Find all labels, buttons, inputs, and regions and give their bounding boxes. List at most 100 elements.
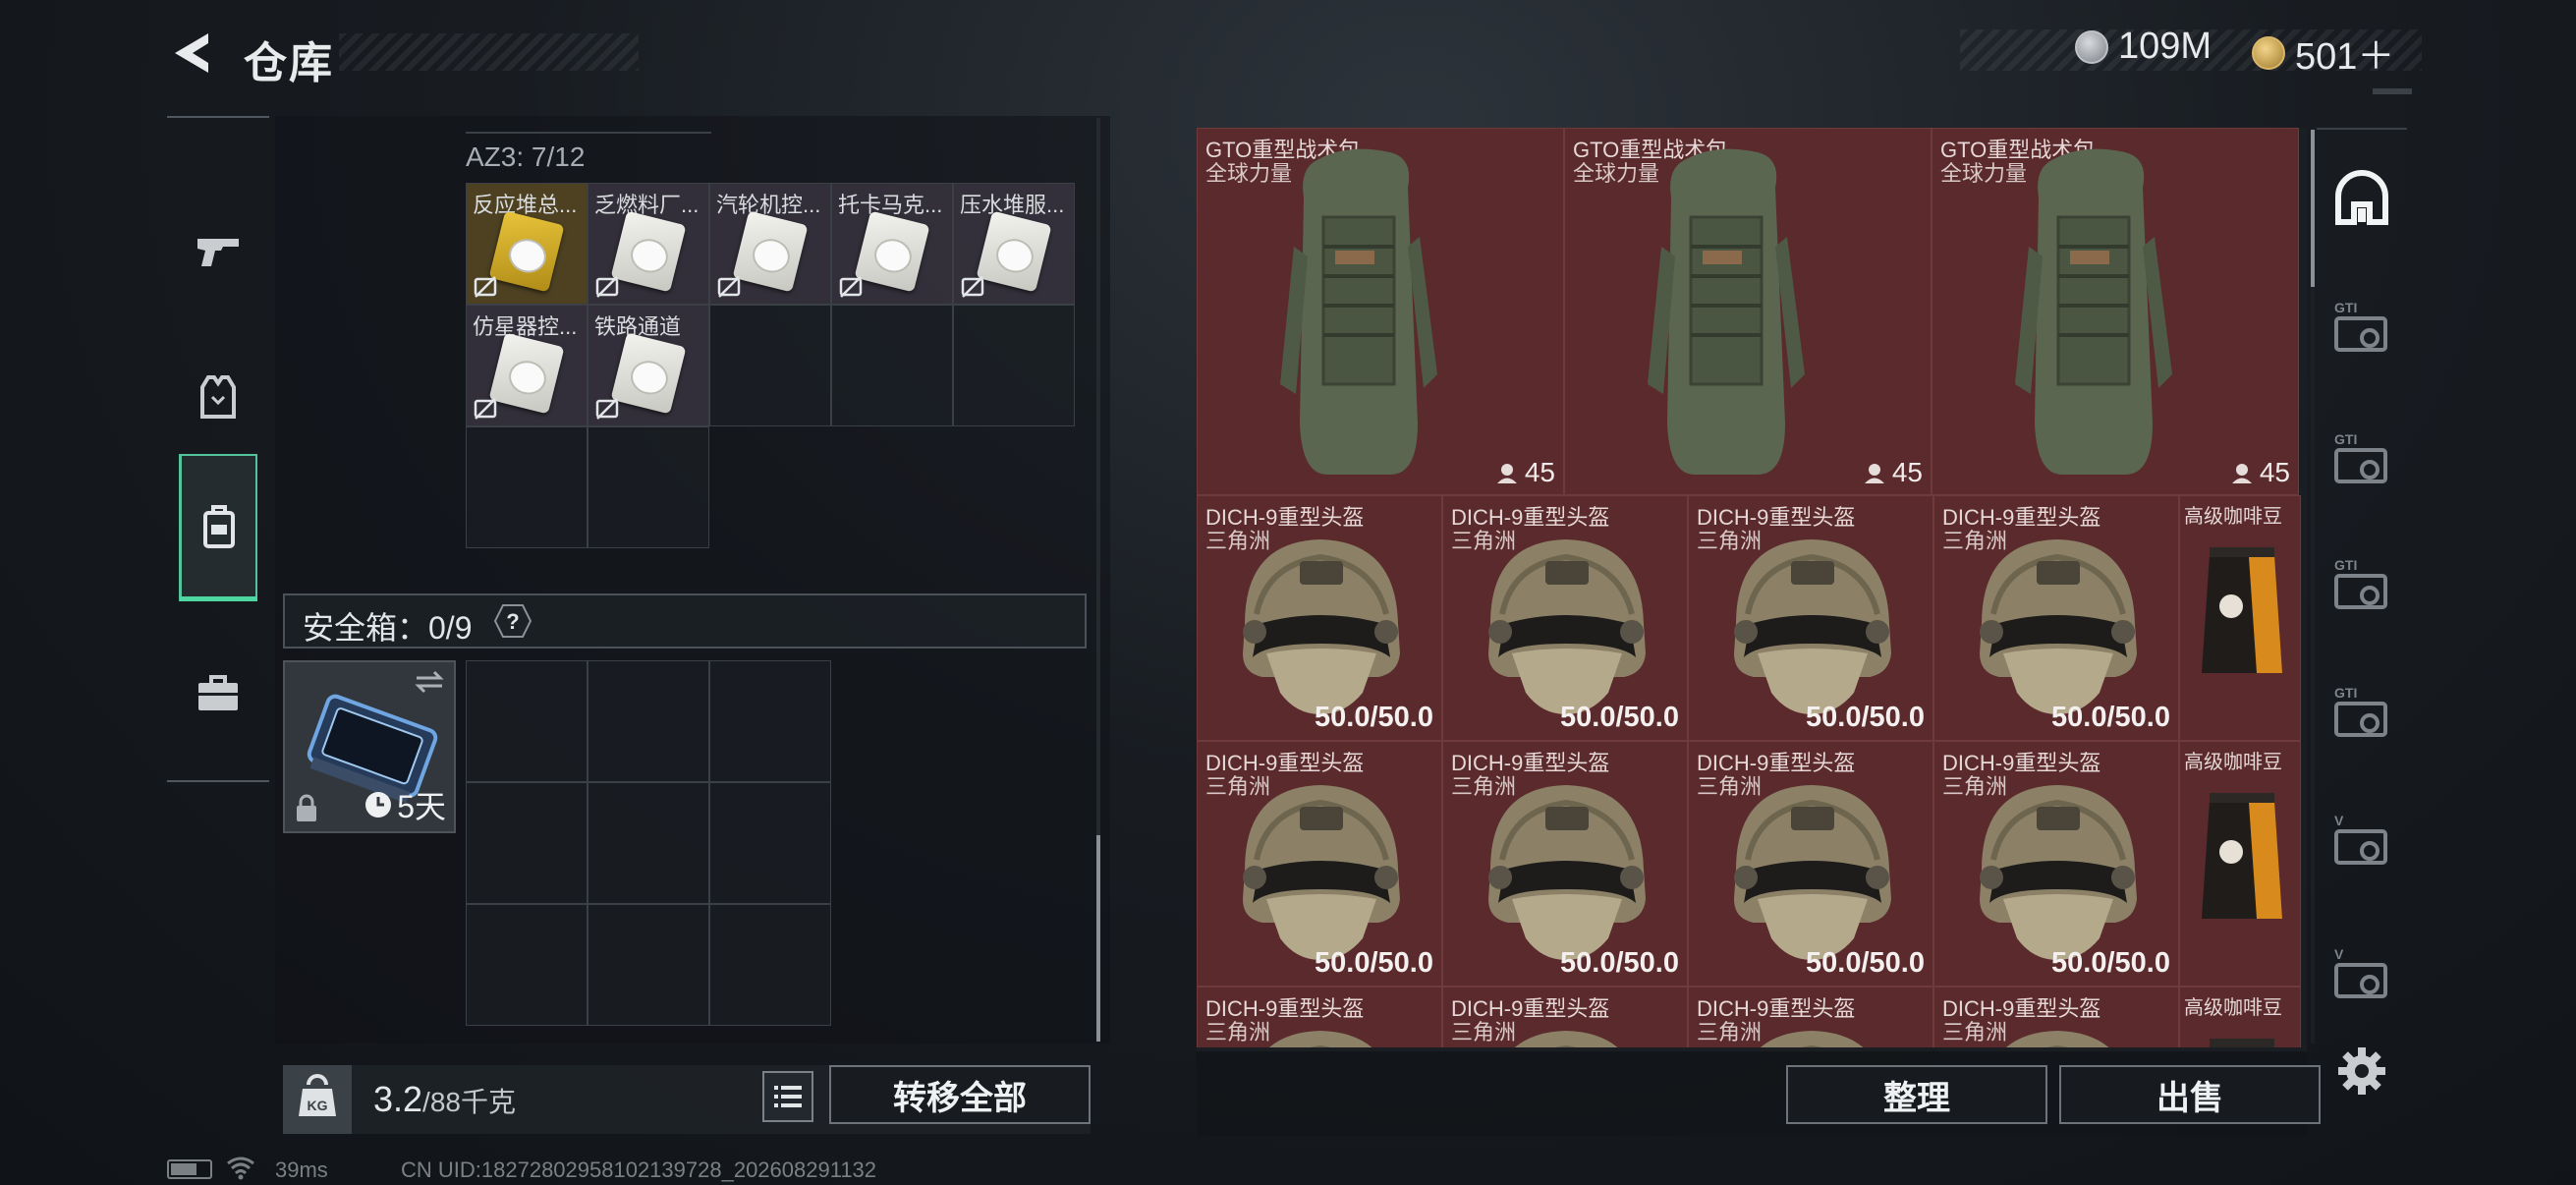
stash-scroll-thumb[interactable] (2311, 130, 2315, 287)
wifi-icon (227, 1157, 254, 1180)
empty-slot[interactable] (588, 426, 709, 548)
svg-text:V: V (2334, 946, 2344, 962)
svg-text:GTI: GTI (2334, 431, 2357, 447)
user-uid: CN UID:18272802958102139728_202608291132 (401, 1157, 877, 1182)
keycard-package-icon (854, 210, 930, 293)
inventory-item[interactable]: 压水堆服... (953, 183, 1075, 305)
sidebar-item-backpack[interactable] (179, 454, 257, 601)
tab-stash-page-6[interactable]: V (2330, 941, 2393, 1004)
battery-icon (167, 1159, 212, 1179)
sidebar-item-equipment[interactable] (179, 324, 257, 472)
tab-stash-all[interactable] (2330, 167, 2393, 230)
stash-page-icon: GTI (2334, 685, 2387, 737)
stash-item-helmet[interactable]: DICH-9重型头盔三角洲50.0/50.0 (1197, 741, 1442, 987)
owner-icon (1864, 464, 1884, 483)
stash-item-coffee[interactable]: 高级咖啡豆 (2179, 495, 2301, 741)
tab-stash-page-3[interactable]: GTI (2330, 552, 2393, 615)
kettlebell-icon: KG (299, 1074, 336, 1116)
no-insure-icon (961, 276, 984, 298)
item-durability: 50.0/50.0 (1560, 947, 1679, 979)
inventory-item[interactable]: 铁路通道 (588, 305, 709, 426)
triangle-coin-icon (2252, 35, 2285, 70)
lock-icon (297, 794, 316, 821)
stash-item-helmet[interactable]: DICH-9重型头盔三角洲50.0/50.0 (1933, 741, 2179, 987)
stash-item-helmet[interactable]: DICH-9重型头盔三角洲50.0/50.0 (1197, 987, 1442, 1047)
stash-item-helmet[interactable]: DICH-9重型头盔三角洲50.0/50.0 (1688, 741, 1933, 987)
inventory-item[interactable]: 乏燃料厂... (588, 183, 709, 305)
tab-stash-page-1[interactable]: GTI (2330, 295, 2393, 358)
tab-stash-page-2[interactable]: GTI (2330, 426, 2393, 489)
stash-item-helmet[interactable]: DICH-9重型头盔三角洲50.0/50.0 (1442, 495, 1688, 741)
stash-item-coffee[interactable]: 高级咖啡豆 (2179, 741, 2301, 987)
page-title: 仓库 (244, 39, 334, 87)
empty-slot[interactable] (466, 426, 588, 548)
back-arrow-icon (175, 33, 208, 73)
list-view-button[interactable] (762, 1071, 813, 1122)
helmet-icon (1761, 1031, 1864, 1047)
item-name: 反应堆总... (473, 193, 578, 217)
empty-slot[interactable] (709, 305, 831, 426)
safe-slot[interactable] (588, 782, 709, 904)
stash-item-backpack[interactable]: GTO重型战术包 全球力量 45 (1564, 128, 1932, 495)
transfer-all-button[interactable]: 转移全部 (829, 1065, 1091, 1124)
safe-slot[interactable] (466, 904, 588, 1026)
safe-slot[interactable] (588, 660, 709, 782)
help-button[interactable]: ? (493, 603, 532, 639)
svg-text:?: ? (506, 609, 519, 634)
helmet-icon (1515, 1031, 1618, 1047)
safe-slot[interactable] (588, 904, 709, 1026)
backpack-item-icon (2015, 148, 2172, 475)
stash-item-helmet[interactable]: DICH-9重型头盔三角洲50.0/50.0 (1442, 741, 1688, 987)
item-stack: 45 (1495, 457, 1555, 488)
inventory-item[interactable]: 仿星器控... (466, 305, 588, 426)
inventory-item[interactable]: 托卡马克... (831, 183, 953, 305)
stash-item-backpack[interactable]: GTO重型战术包 全球力量 45 (1932, 128, 2299, 495)
gear-icon (2338, 1047, 2385, 1095)
briefcase-icon (198, 675, 238, 710)
sort-button[interactable]: 整理 (1786, 1065, 2047, 1124)
safe-slot[interactable] (466, 782, 588, 904)
backpack-item-icon (1648, 148, 1805, 475)
safe-box-item[interactable]: 5天 (283, 660, 456, 833)
keycard-package-icon (488, 210, 565, 293)
safe-slot[interactable] (709, 904, 831, 1026)
item-name: 乏燃料厂... (594, 193, 700, 217)
stash-item-helmet[interactable]: DICH-9重型头盔三角洲50.0/50.0 (1442, 987, 1688, 1047)
keycard-package-icon (488, 332, 565, 415)
back-button[interactable] (167, 28, 216, 79)
inventory-item[interactable]: 汽轮机控... (709, 183, 831, 305)
backpack-item-icon (1280, 148, 1437, 475)
no-insure-icon (717, 276, 741, 298)
safe-slot[interactable] (709, 660, 831, 782)
stash-page-icon: GTI (2334, 431, 2387, 483)
safe-slot[interactable] (466, 660, 588, 782)
stash-tabs: GTI GTI GTI GTI V V (2317, 128, 2407, 1071)
stash-item-helmet[interactable]: DICH-9重型头盔三角洲50.0/50.0 (1197, 495, 1442, 741)
coin-icon (2075, 29, 2108, 64)
tab-stash-page-5[interactable]: V (2330, 808, 2393, 871)
item-name: 仿星器控... (473, 314, 578, 339)
safe-slot[interactable] (709, 782, 831, 904)
safe-timer: 5天 (364, 782, 446, 827)
sell-button[interactable]: 出售 (2059, 1065, 2321, 1124)
empty-slot[interactable] (831, 305, 953, 426)
swap-icon (415, 670, 444, 694)
stash-item-backpack[interactable]: GTO重型战术包 全球力量 45 (1197, 128, 1564, 495)
item-durability: 50.0/50.0 (2051, 947, 2170, 979)
no-insure-icon (474, 276, 497, 298)
sidebar-item-cases[interactable] (179, 619, 257, 766)
backpack-icon (202, 505, 235, 548)
stash-item-helmet[interactable]: DICH-9重型头盔三角洲50.0/50.0 (1688, 495, 1933, 741)
coffee-bag-icon (2202, 547, 2282, 673)
tab-stash-page-4[interactable]: GTI (2330, 680, 2393, 743)
stash-item-helmet[interactable]: DICH-9重型头盔三角洲50.0/50.0 (1933, 987, 2179, 1047)
stash-item-helmet[interactable]: DICH-9重型头盔三角洲50.0/50.0 (1933, 495, 2179, 741)
sidebar-item-weapons[interactable] (179, 177, 257, 324)
empty-slot[interactable] (953, 305, 1075, 426)
inventory-item[interactable]: 反应堆总... (466, 183, 588, 305)
inventory-scroll-thumb[interactable] (1096, 835, 1100, 1042)
stash-item-helmet[interactable]: DICH-9重型头盔三角洲50.0/50.0 (1688, 987, 1933, 1047)
settings-button[interactable] (2332, 1042, 2391, 1100)
weight-value: 3.2 (373, 1079, 423, 1119)
stash-item-coffee[interactable]: 高级咖啡豆 (2179, 987, 2301, 1047)
